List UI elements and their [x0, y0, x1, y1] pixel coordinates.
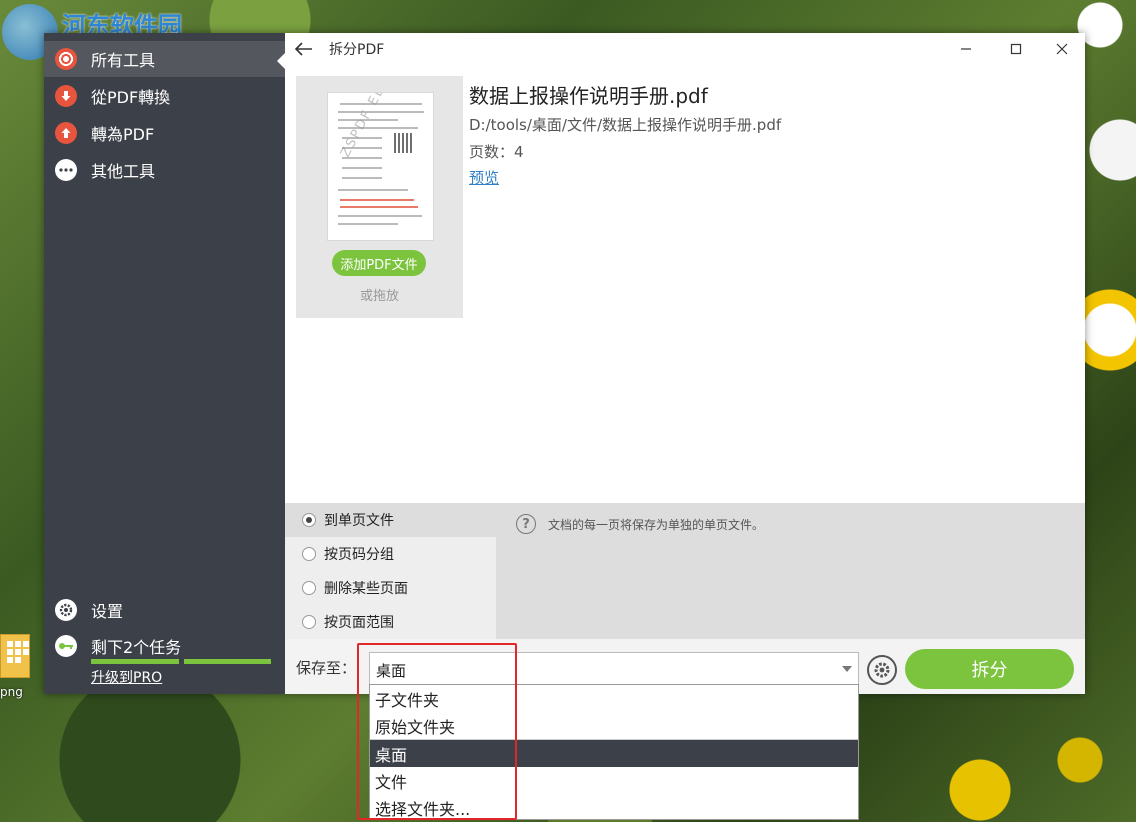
help-text: 文档的每一页将保存为单独的单页文件。 [548, 518, 765, 532]
sidebar-item-label: 轉為PDF [91, 125, 155, 144]
page-count-value: 4 [514, 143, 524, 161]
dropdown-item-choose-folder[interactable]: 选择文件夹... [370, 794, 858, 821]
sidebar-item-to-pdf[interactable]: 轉為PDF [44, 115, 285, 151]
option-label: 删除某些页面 [324, 581, 408, 597]
tasks-progress-segment [184, 659, 271, 664]
target-icon [55, 48, 77, 70]
save-location-dropdown: 子文件夹 原始文件夹 桌面 文件 选择文件夹... [369, 684, 859, 820]
drop-hint: 或拖放 [359, 289, 399, 304]
upgrade-link[interactable]: 升级到PRO [91, 667, 162, 687]
app-window: 所有工具 從PDF轉換 轉為PDF 其他工具 设置 剩下2个任务 升级到PRO … [44, 33, 1085, 694]
back-button[interactable] [285, 33, 323, 65]
arrow-down-icon [55, 85, 77, 107]
key-icon [55, 635, 77, 657]
split-options-panel: 到单页文件 按页码分组 删除某些页面 按页面范围 ? 文档的每一页将保存为单独的… [285, 503, 1085, 639]
save-location-value: 桌面 [376, 661, 407, 680]
split-mode-group: 到单页文件 按页码分组 删除某些页面 按页面范围 [285, 503, 496, 639]
sidebar-item-label: 其他工具 [91, 162, 156, 181]
sidebar-item-settings[interactable]: 设置 [44, 592, 285, 628]
sidebar-item-from-pdf[interactable]: 從PDF轉換 [44, 78, 285, 114]
desktop-file-label: png [0, 685, 23, 699]
desktop-file-icon[interactable] [0, 634, 30, 678]
preview-link[interactable]: 预览 [469, 167, 499, 188]
file-path: D:/tools/桌面/文件/数据上报操作说明手册.pdf [469, 116, 782, 134]
close-button[interactable] [1039, 33, 1085, 65]
maximize-icon [1010, 43, 1022, 55]
option-page-range[interactable]: 按页面范围 [285, 605, 496, 639]
radio-button[interactable] [302, 581, 316, 595]
save-location-select[interactable]: 桌面 [369, 652, 859, 688]
sidebar-item-other-tools[interactable]: 其他工具 [44, 152, 285, 188]
help-icon: ? [516, 514, 536, 534]
chevron-down-icon [842, 666, 852, 672]
sidebar-item-label: 所有工具 [91, 51, 156, 70]
gear-icon [55, 599, 77, 621]
tasks-progress-bar [91, 659, 271, 664]
minimize-icon [961, 48, 971, 50]
tasks-label: 剩下2个任务 [91, 638, 182, 657]
option-label: 按页码分组 [324, 547, 394, 563]
minimize-button[interactable] [943, 33, 989, 65]
title-bar: 拆分PDF [285, 33, 1085, 65]
option-single-page[interactable]: 到单页文件 [285, 503, 496, 537]
window-title: 拆分PDF [329, 42, 385, 58]
dropdown-item-subfolder[interactable]: 子文件夹 [370, 685, 858, 712]
option-delete-pages[interactable]: 删除某些页面 [285, 571, 496, 605]
add-pdf-button[interactable]: 添加PDF文件 [332, 250, 426, 276]
tasks-progress-segment [91, 659, 179, 664]
dropdown-item-desktop[interactable]: 桌面 [370, 740, 858, 767]
pdf-thumbnail[interactable]: ZSPDF EDITOR [327, 92, 434, 241]
dropdown-item-documents[interactable]: 文件 [370, 767, 858, 794]
option-label: 按页面范围 [324, 615, 394, 631]
save-to-label: 保存至： [296, 659, 357, 677]
sidebar-item-all-tools[interactable]: 所有工具 [44, 41, 285, 77]
arrow-up-icon [55, 122, 77, 144]
radio-button[interactable] [302, 547, 316, 561]
split-settings-button[interactable] [867, 655, 897, 685]
sidebar: 所有工具 從PDF轉換 轉為PDF 其他工具 设置 剩下2个任务 升级到PRO [44, 33, 285, 694]
close-icon [1056, 43, 1068, 55]
file-card: ZSPDF EDITOR 添加PDF文件 或拖放 [296, 76, 463, 318]
back-arrow-icon [295, 42, 312, 56]
file-name: 数据上报操作说明手册.pdf [469, 84, 708, 108]
radio-button[interactable] [302, 615, 316, 629]
radio-button[interactable] [302, 513, 316, 527]
page-count-label: 页数： [469, 143, 515, 161]
maximize-button[interactable] [993, 33, 1039, 65]
sidebar-item-label: 從PDF轉換 [91, 88, 171, 107]
gear-icon [874, 662, 890, 678]
file-page-count: 页数：4 [469, 141, 524, 162]
more-icon [55, 159, 77, 181]
qr-code-image [394, 133, 414, 153]
option-label: 到单页文件 [324, 513, 394, 529]
active-indicator [277, 53, 285, 69]
option-group-by-pages[interactable]: 按页码分组 [285, 537, 496, 571]
sidebar-item-label: 设置 [91, 602, 124, 621]
split-button[interactable]: 拆分 [905, 649, 1074, 689]
dropdown-item-original-folder[interactable]: 原始文件夹 [370, 712, 858, 739]
